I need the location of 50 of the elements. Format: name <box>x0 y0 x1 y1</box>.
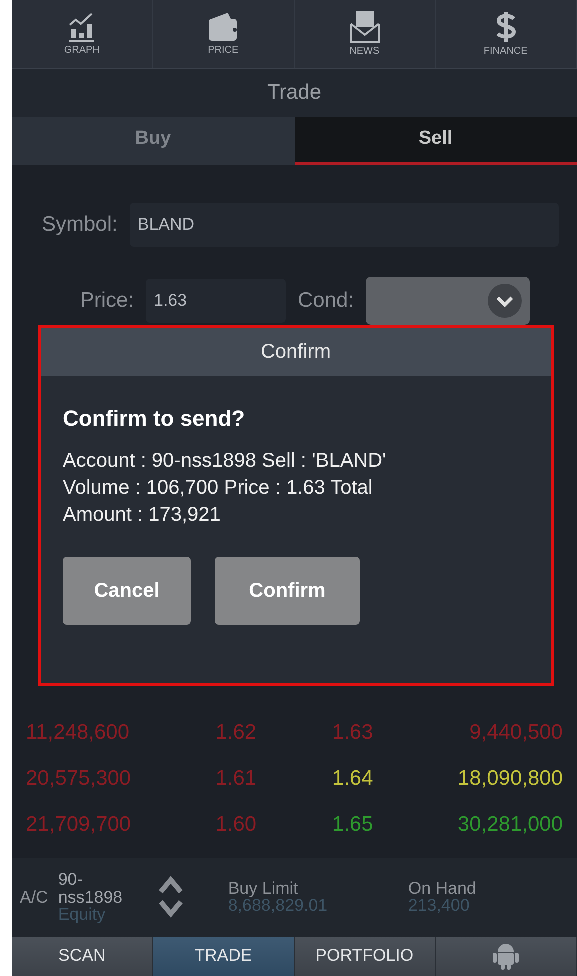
table-cell-text: 11,248,600 <box>26 721 131 746</box>
up-down-icon[interactable] <box>158 875 184 920</box>
dialog-button[interactable]: Confirm <box>215 557 360 625</box>
dialog-message: Volume : 106,700 Price : 1.63 Total <box>63 476 374 501</box>
dialog-heading: Confirm to send? <box>63 406 246 432</box>
bottom-tab[interactable] <box>436 936 577 976</box>
screen-title: Trade <box>267 80 322 105</box>
envelope-icon <box>348 10 382 44</box>
nav-label: GRAPH <box>64 45 100 56</box>
table-cell-text: 21,709,700 <box>26 813 132 838</box>
nav-button[interactable]: NEWS <box>294 0 436 68</box>
nav-label: NEWS <box>350 46 380 58</box>
dialog-message: Account : 90-nss1898 Sell : 'BLAND' <box>63 449 388 474</box>
table-cell-text: 30,281,000 <box>456 813 563 838</box>
price-field[interactable]: 1.63 <box>146 278 286 323</box>
table-cell-text: 1.65 <box>331 813 374 838</box>
dialog-message: Amount : 173,921 <box>63 503 222 528</box>
table-cell-text: 20,575,300 <box>26 767 132 792</box>
table-cell-text: 9,440,500 <box>468 721 563 746</box>
tab[interactable]: Sell <box>294 116 577 165</box>
bottom-tab[interactable]: PORTFOLIO <box>294 936 436 976</box>
field-label: Price: <box>79 288 134 313</box>
dialog-button[interactable]: Cancel <box>63 557 191 625</box>
nav-label: PRICE <box>208 45 239 56</box>
nav-button[interactable]: PRICE <box>153 0 294 68</box>
tab[interactable]: Buy <box>12 116 294 165</box>
bottom-tab[interactable]: TRADE <box>153 936 294 976</box>
table-cell-text: 18,090,800 <box>456 767 563 792</box>
nav-label: FINANCE <box>484 46 528 58</box>
table-cell-text: 1.60 <box>214 813 258 838</box>
field-label: Cond: <box>298 288 354 313</box>
table-cell-text: 1.62 <box>214 721 258 746</box>
symbol-field[interactable]: BLAND <box>130 202 559 247</box>
account-type: Equity <box>58 906 107 924</box>
android-icon <box>492 942 519 970</box>
nav-button[interactable]: FINANCE <box>436 0 577 68</box>
buy-limit-value: 8,688,829.01 <box>228 897 329 916</box>
chevron-down-icon <box>488 284 522 318</box>
dialog-title: Confirm <box>260 340 331 364</box>
account-number: 90-nss1898 <box>58 870 124 906</box>
buy-limit-label: Buy Limit <box>228 880 300 898</box>
table-cell-text: 1.63 <box>331 721 374 746</box>
table-cell-text: 1.61 <box>214 767 258 792</box>
nav-button[interactable]: GRAPH <box>12 0 154 68</box>
bottom-tab[interactable]: SCAN <box>12 936 154 976</box>
field-label: Symbol: <box>42 212 118 237</box>
on-hand-value: 213,400 <box>408 897 471 916</box>
account-label: A/C <box>20 888 48 906</box>
on-hand-label: On Hand <box>408 880 476 898</box>
table-cell-text: 1.64 <box>331 767 374 792</box>
